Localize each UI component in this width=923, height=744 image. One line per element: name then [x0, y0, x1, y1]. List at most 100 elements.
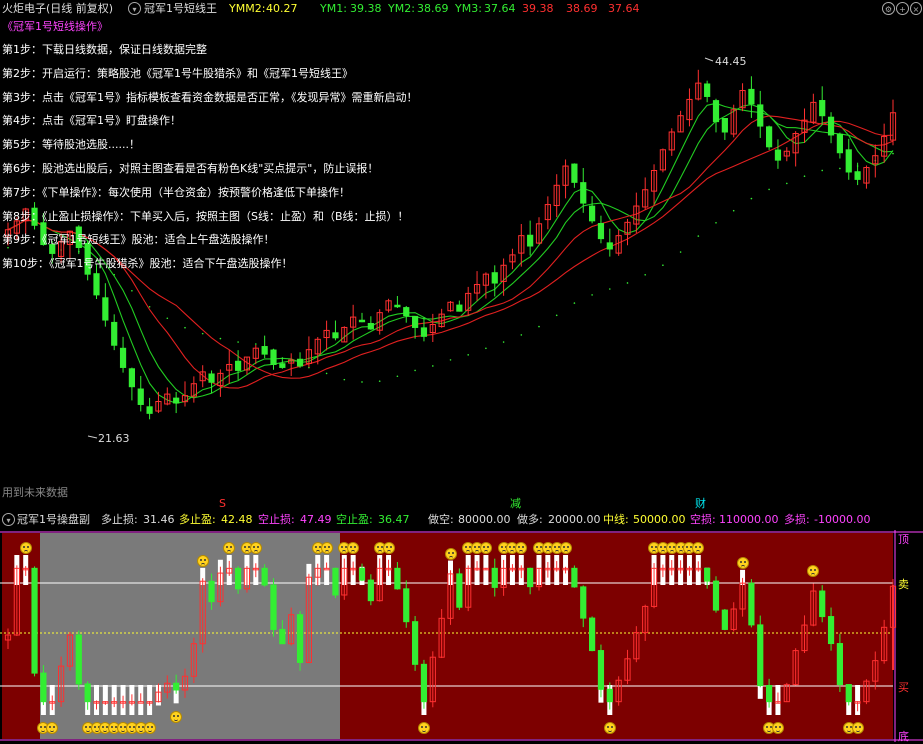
sub-candle [819, 585, 826, 623]
marker-s[interactable]: S [219, 498, 226, 510]
trend-dot [715, 222, 717, 224]
sub-candle [420, 659, 428, 709]
duo-tp-label: 多止盈: [179, 513, 216, 526]
candle [226, 350, 233, 384]
candle [332, 320, 339, 341]
candle [119, 336, 127, 373]
high-annotation: 44.45 [704, 55, 747, 68]
label-ding: 顶 [898, 533, 909, 546]
candle [447, 301, 454, 312]
sub-dropdown-icon[interactable]: ▾ [2, 513, 15, 526]
candle [872, 144, 879, 178]
candle [358, 312, 366, 323]
white-bottom-bar [94, 685, 99, 715]
mid-value: 50000.00 [633, 513, 686, 526]
trend-dot [839, 167, 841, 170]
candle [704, 80, 711, 103]
trend-dot [786, 182, 788, 185]
trend-dot [626, 282, 629, 284]
candle [854, 162, 861, 186]
mid-label: 中线: [603, 513, 629, 526]
candle [518, 223, 525, 267]
candle [589, 196, 596, 224]
white-bottom-bar [102, 685, 108, 715]
candle [261, 335, 268, 359]
trend-dot [378, 380, 381, 382]
trend-dot [255, 343, 257, 345]
sub-candle [571, 565, 578, 588]
trend-dot [803, 175, 806, 178]
candle [420, 316, 428, 342]
candle [730, 104, 737, 138]
candle [146, 397, 153, 420]
trend-dot [520, 334, 523, 336]
marker-jian[interactable]: 减 [510, 498, 521, 510]
candle [819, 86, 826, 125]
candle [509, 248, 516, 270]
step-item: 第2步：开启运行：策略股池《冠军1号牛股猎杀》和《冠军1号短线王》 [2, 66, 353, 80]
candle [863, 165, 870, 189]
candle [659, 148, 666, 173]
step-item: 第1步：下载日线数据，保证日线数据完整 [2, 43, 207, 56]
candle [394, 296, 401, 309]
sub-chart[interactable] [0, 530, 923, 742]
candle [323, 320, 330, 351]
sub-title[interactable]: 冠军1号操盘副 [17, 511, 90, 528]
label-buy: 买 [898, 681, 909, 694]
candle [774, 139, 782, 169]
step-item: 第8步：《止盈止损操作》：下单买入后，按照主图（S线：止盈）和（B线：止损）！ [2, 209, 409, 223]
sub-candle [296, 611, 304, 671]
candle [527, 220, 534, 256]
trend-dot [184, 326, 186, 329]
candle [412, 315, 419, 339]
candle [403, 305, 410, 323]
trend-dot [485, 347, 487, 350]
sad-icon [736, 557, 749, 570]
duosun-label: 多损: [784, 513, 810, 526]
sub-candle [589, 616, 596, 652]
sad-icon [444, 547, 457, 560]
step-item: 第6步：股池选出股后，对照主图查看是否有粉色K线"买点提示"，防止误报！ [2, 162, 379, 175]
sub-candle [757, 615, 764, 688]
sub-candle [748, 579, 755, 628]
future-data-note: 用到未来数据 [2, 486, 68, 499]
sub-indicator-bar: ▾ 冠军1号操盘副 多止损: 31.46 多止盈: 42.48 空止损: 47.… [0, 511, 923, 528]
sub-candle [75, 630, 82, 690]
candle [562, 159, 569, 199]
trend-dot [325, 372, 328, 375]
sub-candle [270, 578, 277, 637]
kong-tp-value: 36.47 [378, 513, 410, 526]
brand-title: 《冠军1号短线操作》 [2, 20, 108, 33]
smile-icon [851, 722, 864, 735]
step-item: 第5步：等待股池选股......！ [2, 138, 140, 152]
sub-candle [721, 608, 728, 631]
trend-dot [892, 152, 894, 155]
candle [553, 174, 560, 218]
candle [721, 118, 728, 140]
candle [757, 90, 764, 138]
trend-dot [609, 288, 611, 290]
candle [367, 316, 374, 330]
kongsun-value: 110000.00 [719, 513, 779, 526]
kongsun-label: 空损: [690, 513, 716, 526]
marker-cai[interactable]: 财 [695, 498, 706, 510]
trend-dot [131, 289, 133, 292]
sub-candle [712, 576, 720, 613]
smile-icon [143, 722, 156, 735]
trend-dot [201, 332, 204, 335]
trend-dot [237, 341, 239, 343]
candle [597, 215, 605, 244]
candle [270, 349, 277, 370]
trend-dot [219, 337, 222, 340]
sad-icon [19, 542, 32, 555]
trend-dot [396, 375, 399, 378]
candle [243, 356, 251, 375]
sub-candle [597, 644, 605, 698]
step-item: 第7步：《下单操作》：每次使用（半仓资金）按预警价格逢低下单操作！ [2, 185, 350, 199]
sad-icon [382, 542, 395, 555]
sad-icon [320, 542, 333, 555]
candle [650, 164, 658, 205]
trend-dot [768, 188, 770, 191]
candle [164, 387, 171, 406]
candle [155, 391, 162, 414]
